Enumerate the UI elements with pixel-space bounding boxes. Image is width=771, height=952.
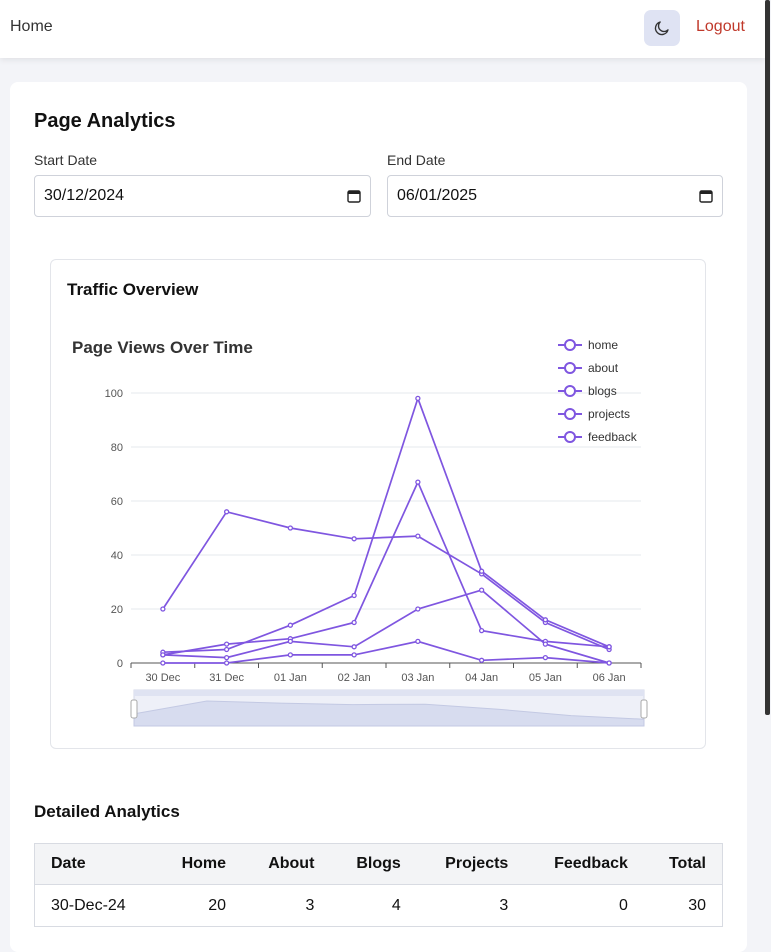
y-tick-label: 40	[111, 550, 123, 562]
table-row: 30-Dec-24 20 3 4 3 0 30	[33, 884, 723, 927]
analytics-card: Page Analytics Start Date 30/12/2024 End…	[10, 82, 747, 952]
legend-label-feedback: feedback	[588, 430, 638, 444]
y-tick-label: 60	[111, 496, 123, 508]
data-point-feedback	[478, 657, 485, 663]
data-point-projects	[160, 652, 166, 658]
data-point-blogs	[223, 646, 230, 653]
series-line-projects	[162, 589, 610, 664]
data-point-blogs	[542, 617, 549, 623]
start-date-value: 30/12/2024	[44, 187, 125, 204]
end-date-value: 06/01/2025	[397, 187, 478, 204]
column-header-about: About	[242, 843, 331, 885]
data-point-home	[415, 533, 421, 539]
y-tick-label: 80	[111, 442, 123, 454]
data-point-home	[351, 536, 357, 542]
page-views-chart: Page Views Over Time 0 20 40 60 80 100 30 Dec 31…	[72, 338, 648, 727]
legend-marker-about	[564, 362, 576, 374]
zoom-slider-handle-right[interactable]	[640, 699, 648, 719]
data-point-home	[223, 509, 230, 515]
data-point-projects	[287, 638, 294, 645]
legend-marker-feedback	[564, 431, 576, 443]
data-point-blogs	[606, 644, 612, 650]
theme-toggle-button[interactable]	[644, 10, 680, 46]
data-point-feedback	[542, 654, 549, 661]
data-point-projects	[415, 606, 421, 612]
data-point-feedback	[415, 638, 421, 645]
legend-marker-projects	[564, 408, 576, 420]
calendar-icon[interactable]	[347, 189, 361, 203]
start-date-label: Start Date	[34, 152, 98, 168]
data-point-feedback	[287, 652, 294, 658]
zoom-slider-move-handle	[134, 690, 644, 696]
detailed-analytics-table: Date Home About Blogs Projects Feedback Total …	[33, 843, 723, 927]
x-tick-label: 06 Jan	[593, 672, 626, 684]
legend-marker-blogs	[564, 385, 576, 397]
data-point-blogs	[287, 622, 294, 628]
data-point-feedback	[160, 660, 166, 666]
series-line-blogs	[162, 395, 610, 654]
end-date-input[interactable]: 06/01/2025	[387, 175, 723, 217]
column-header-blogs: Blogs	[330, 843, 417, 885]
table-cell: 30	[643, 884, 723, 927]
logout-link[interactable]: Logout	[696, 18, 745, 36]
home-link[interactable]: Home	[10, 18, 53, 36]
data-point-blogs	[478, 568, 485, 574]
moon-icon	[654, 21, 669, 36]
chart-title: Page Views Over Time	[72, 338, 253, 357]
x-tick-label: 02 Jan	[338, 672, 371, 684]
legend-marker-home	[564, 339, 576, 351]
x-tick-label: 05 Jan	[529, 672, 562, 684]
table-header-row: Date Home About Blogs Projects Feedback Total	[33, 843, 723, 885]
x-tick-label: 31 Dec	[209, 672, 244, 684]
legend-label-projects: projects	[588, 407, 630, 421]
data-point-blogs	[351, 592, 357, 599]
y-tick-label: 0	[117, 658, 123, 670]
y-tick-label: 100	[105, 388, 123, 400]
table-cell: 30-Dec-24	[33, 884, 156, 927]
table-cell: 0	[524, 884, 644, 927]
page-title: Page Analytics	[34, 110, 176, 132]
column-header-projects: Projects	[416, 843, 525, 885]
x-tick-label: 01 Jan	[274, 672, 307, 684]
data-point-home	[287, 525, 294, 531]
calendar-icon[interactable]	[699, 189, 713, 203]
legend-label-blogs: blogs	[588, 384, 617, 398]
data-point-about	[415, 479, 421, 485]
window-edge	[765, 0, 771, 932]
traffic-overview-panel: Traffic Overview Page Views Over Time 0 20…	[50, 259, 706, 749]
series-line-about	[162, 479, 610, 656]
data-point-about	[351, 619, 357, 626]
top-navbar: Home Logout	[0, 0, 765, 58]
table-cell: 3	[416, 884, 525, 927]
data-point-feedback	[351, 652, 357, 658]
table-cell: 4	[330, 884, 417, 927]
data-point-projects	[478, 587, 485, 593]
end-date-label: End Date	[387, 152, 446, 168]
data-point-about	[478, 627, 485, 634]
data-point-projects	[542, 641, 549, 647]
scrollbar[interactable]	[765, 0, 770, 715]
x-tick-label: 04 Jan	[465, 672, 498, 684]
column-header-date: Date	[33, 843, 156, 885]
data-point-home	[160, 606, 166, 612]
column-header-total: Total	[643, 843, 723, 885]
data-point-about	[223, 641, 230, 647]
legend-label-home: home	[588, 338, 618, 352]
data-point-feedback	[606, 660, 612, 666]
table-cell: 3	[242, 884, 331, 927]
data-point-projects	[351, 644, 357, 650]
table-cell: 20	[155, 884, 243, 927]
data-point-projects	[223, 654, 230, 661]
x-tick-label: 30 Dec	[145, 672, 180, 684]
column-header-home: Home	[155, 843, 243, 885]
data-point-feedback	[223, 660, 230, 666]
column-header-feedback: Feedback	[524, 843, 644, 885]
data-point-blogs	[415, 395, 421, 402]
detailed-analytics-title: Detailed Analytics	[34, 802, 180, 821]
x-tick-label: 03 Jan	[401, 672, 434, 684]
start-date-input[interactable]: 30/12/2024	[34, 175, 371, 217]
zoom-slider-handle-left[interactable]	[130, 699, 138, 719]
legend-label-about: about	[588, 361, 619, 375]
y-tick-label: 20	[111, 604, 123, 616]
